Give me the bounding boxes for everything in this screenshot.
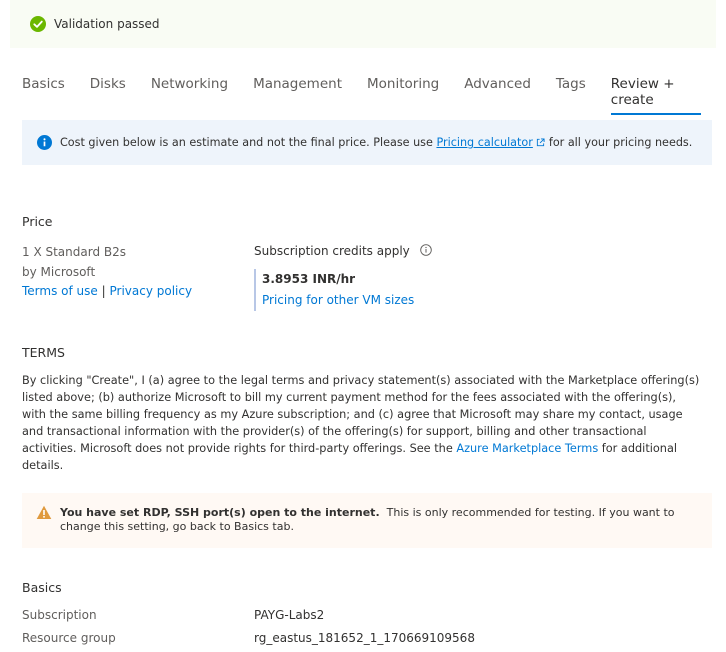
validation-banner: Validation passed xyxy=(10,0,716,48)
azure-marketplace-terms-link[interactable]: Azure Marketplace Terms xyxy=(456,442,598,455)
tab-monitoring[interactable]: Monitoring xyxy=(367,76,439,114)
tab-tags[interactable]: Tags xyxy=(556,76,586,114)
tab-management[interactable]: Management xyxy=(253,76,342,114)
price-links: Terms of use | Privacy policy xyxy=(22,282,192,302)
info-text-suffix: for all your pricing needs. xyxy=(548,136,693,149)
price-box: 3.8953 INR/hr Pricing for other VM sizes xyxy=(254,269,432,311)
privacy-policy-link[interactable]: Privacy policy xyxy=(109,284,192,298)
info-circle-icon[interactable] xyxy=(419,244,432,256)
validation-text: Validation passed xyxy=(54,17,160,31)
terms-of-use-link[interactable]: Terms of use xyxy=(22,284,98,298)
pricing-calculator-link[interactable]: Pricing calculator xyxy=(436,136,532,149)
subscription-label: Subscription xyxy=(22,608,97,622)
external-link-icon xyxy=(536,138,545,147)
price-product-info: 1 X Standard B2s by Microsoft Terms of u… xyxy=(22,243,192,302)
price-heading: Price xyxy=(22,214,53,229)
cost-info-bar: Cost given below is an estimate and not … xyxy=(22,120,712,165)
terms-heading: TERMS xyxy=(22,345,65,360)
resource-group-label: Resource group xyxy=(22,631,116,645)
price-details: Subscription credits apply 3.8953 INR/hr… xyxy=(254,244,432,311)
info-text-prefix: Cost given below is an estimate and not … xyxy=(60,136,437,149)
tab-review-create[interactable]: Review + create xyxy=(610,76,702,115)
link-separator: | xyxy=(101,284,106,298)
review-create-page: Validation passed Basics Disks Networkin… xyxy=(0,0,726,652)
other-vm-sizes-link[interactable]: Pricing for other VM sizes xyxy=(262,290,432,311)
info-icon xyxy=(37,135,52,150)
success-check-icon xyxy=(30,16,46,32)
price-value: 3.8953 INR/hr xyxy=(262,272,356,286)
publisher: by Microsoft xyxy=(22,264,96,279)
tab-networking[interactable]: Networking xyxy=(151,76,228,114)
warning-text: You have set RDP, SSH port(s) open to th… xyxy=(60,506,690,534)
warning-bold-text: You have set RDP, SSH port(s) open to th… xyxy=(60,506,380,519)
tab-disks[interactable]: Disks xyxy=(90,76,126,114)
resource-group-value: rg_eastus_181652_1_170669109568 xyxy=(254,631,475,645)
tab-basics[interactable]: Basics xyxy=(22,76,65,114)
subscription-value: PAYG-Labs2 xyxy=(254,608,325,622)
credits-label: Subscription credits apply xyxy=(254,244,410,258)
terms-text: By clicking "Create", I (a) agree to the… xyxy=(22,372,702,474)
warning-icon xyxy=(36,505,52,519)
product-name: 1 X Standard B2s xyxy=(22,245,127,259)
wizard-tabs: Basics Disks Networking Management Monit… xyxy=(22,76,726,115)
warning-banner: You have set RDP, SSH port(s) open to th… xyxy=(22,493,712,548)
tab-advanced[interactable]: Advanced xyxy=(464,76,531,114)
basics-heading: Basics xyxy=(22,580,62,595)
